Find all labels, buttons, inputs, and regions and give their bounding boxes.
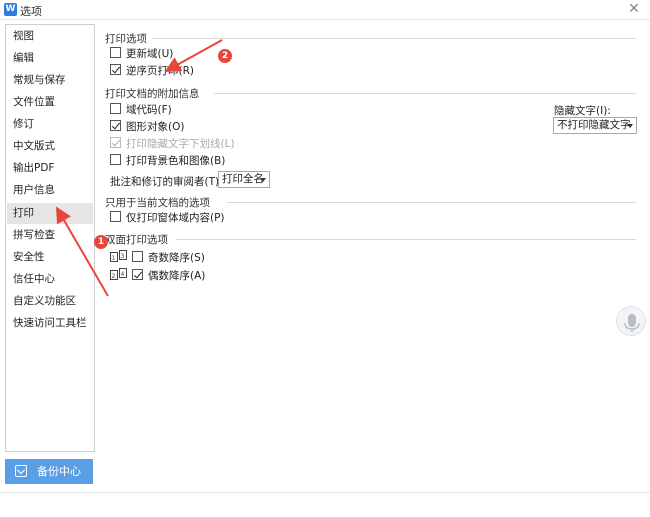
hidden-underline-label: 打印隐藏文字下划线(L) <box>126 138 235 150</box>
sidebar-item-file-location[interactable]: 文件位置 <box>7 92 93 113</box>
drawing-objects-checkbox[interactable] <box>110 120 121 131</box>
wps-app-icon: W <box>4 3 17 16</box>
svg-text:3: 3 <box>121 253 125 260</box>
background-label: 打印背景色和图像(B) <box>126 155 226 167</box>
chevron-down-icon <box>260 178 266 182</box>
section-divider <box>227 202 636 203</box>
svg-text:4: 4 <box>121 271 125 278</box>
backup-center-button[interactable]: 备份中心 <box>5 459 93 484</box>
odd-descending-checkbox[interactable] <box>132 251 143 262</box>
doc-extra-title: 打印文档的附加信息 <box>105 88 200 100</box>
reviewer-value: 打印全名 <box>222 173 264 185</box>
reviewer-label: 批注和修订的审阅者(T): <box>110 176 223 188</box>
update-fields-option[interactable]: 更新域(U) <box>110 47 173 63</box>
even-descending-checkbox[interactable] <box>132 269 143 280</box>
sidebar-item-view[interactable]: 视图 <box>7 26 93 47</box>
hidden-underline-checkbox <box>110 137 121 148</box>
sidebar-item-spell-check[interactable]: 拼写检查 <box>7 225 93 246</box>
window-title: 选项 <box>20 5 42 18</box>
hidden-text-select[interactable]: 不打印隐藏文字 <box>553 117 637 134</box>
duplex-even-icon: 2 4 <box>110 268 127 280</box>
sidebar-item-trust-center[interactable]: 信任中心 <box>7 269 93 290</box>
odd-descending-label: 奇数降序(S) <box>148 252 205 264</box>
sidebar-item-quick-access-toolbar[interactable]: 快速访问工具栏 <box>7 313 93 334</box>
sidebar-item-general-save[interactable]: 常规与保存 <box>7 70 93 91</box>
even-descending-label: 偶数降序(A) <box>148 270 206 282</box>
print-options-title: 打印选项 <box>105 33 147 45</box>
update-fields-checkbox[interactable] <box>110 47 121 58</box>
background-option[interactable]: 打印背景色和图像(B) <box>110 154 225 170</box>
field-codes-option[interactable]: 域代码(F) <box>110 103 172 119</box>
current-doc-title: 只用于当前文档的选项 <box>105 197 210 209</box>
sidebar-item-user-info[interactable]: 用户信息 <box>7 180 93 201</box>
hidden-underline-option: 打印隐藏文字下划线(L) <box>110 137 235 153</box>
sidebar-item-security[interactable]: 安全性 <box>7 247 93 268</box>
reverse-order-option[interactable]: 逆序页打印(R) <box>110 64 194 80</box>
reverse-order-checkbox[interactable] <box>110 64 121 75</box>
backup-icon <box>15 465 27 477</box>
background-checkbox[interactable] <box>110 154 121 165</box>
form-only-checkbox[interactable] <box>110 211 121 222</box>
options-sidebar: 视图 编辑 常规与保存 文件位置 修订 中文版式 输出PDF 用户信息 打印 拼… <box>5 24 95 452</box>
annotation-overlay <box>55 39 223 297</box>
update-fields-label: 更新域(U) <box>126 48 174 60</box>
sidebar-item-print[interactable]: 打印 <box>7 203 93 224</box>
reverse-order-label: 逆序页打印(R) <box>126 65 194 77</box>
duplex-title: 双面打印选项 <box>105 234 168 246</box>
section-divider <box>176 239 636 240</box>
field-codes-checkbox[interactable] <box>110 103 121 114</box>
close-icon[interactable]: ✕ <box>626 1 642 17</box>
sidebar-item-edit[interactable]: 编辑 <box>7 48 93 69</box>
section-divider <box>214 93 636 94</box>
footer-divider <box>0 492 650 493</box>
drawing-objects-label: 图形对象(O) <box>126 121 185 133</box>
sidebar-item-export-pdf[interactable]: 输出PDF <box>7 158 93 179</box>
duplex-odd-icon: 1 3 <box>110 250 127 262</box>
form-only-option[interactable]: 仅打印窗体域内容(P) <box>110 211 225 227</box>
backup-center-label: 备份中心 <box>37 465 81 478</box>
hidden-text-value: 不打印隐藏文字 <box>557 119 631 131</box>
sidebar-item-revision[interactable]: 修订 <box>7 114 93 135</box>
hidden-text-label: 隐藏文字(I): <box>554 105 611 117</box>
svg-text:1: 1 <box>112 255 116 262</box>
section-divider <box>152 38 636 39</box>
sidebar-item-customize-ribbon[interactable]: 自定义功能区 <box>7 291 93 312</box>
even-descending-option[interactable]: 偶数降序(A) <box>132 269 205 285</box>
drawing-objects-option[interactable]: 图形对象(O) <box>110 120 184 136</box>
odd-descending-option[interactable]: 奇数降序(S) <box>132 251 205 267</box>
microphone-icon <box>624 314 640 332</box>
voice-input-button[interactable] <box>616 306 646 336</box>
annotation-badge-2: 2 <box>218 49 232 63</box>
sidebar-item-chinese-layout[interactable]: 中文版式 <box>7 136 93 157</box>
title-bar: W 选项 ✕ <box>0 0 650 20</box>
annotation-badge-1: 1 <box>94 235 108 249</box>
chevron-down-icon <box>627 124 633 128</box>
reviewer-select[interactable]: 打印全名 <box>218 171 270 188</box>
field-codes-label: 域代码(F) <box>126 104 172 116</box>
svg-text:2: 2 <box>112 273 116 280</box>
form-only-label: 仅打印窗体域内容(P) <box>126 212 225 224</box>
